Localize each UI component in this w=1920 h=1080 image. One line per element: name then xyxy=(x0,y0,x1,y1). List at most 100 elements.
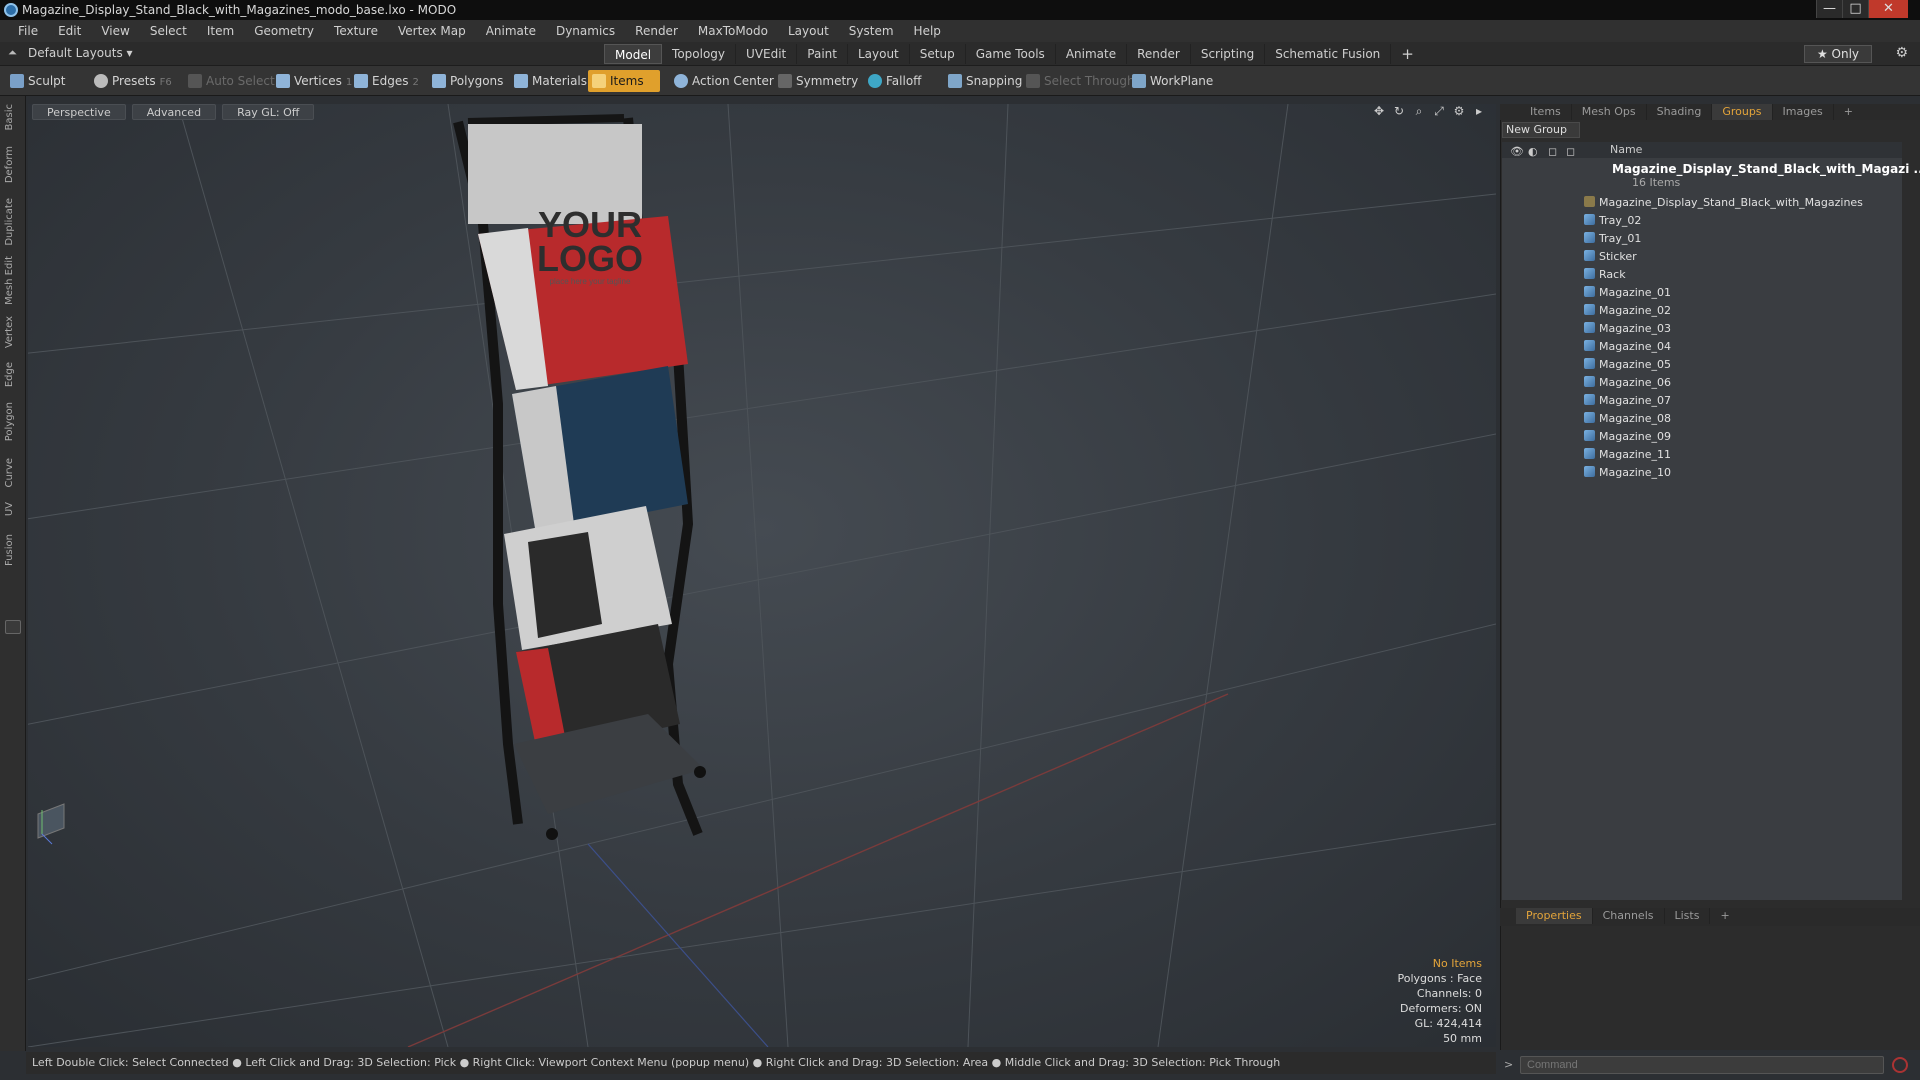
select-icon[interactable]: ◻ xyxy=(1566,144,1575,160)
list-item[interactable]: Magazine_09 xyxy=(1584,428,1671,446)
tab-setup[interactable]: Setup xyxy=(909,44,966,64)
symmetry-button[interactable]: Symmetry xyxy=(774,70,864,92)
tab-uv[interactable]: UV xyxy=(4,502,15,516)
tab-images[interactable]: Images xyxy=(1773,104,1834,120)
sculpt-button[interactable]: Sculpt xyxy=(6,70,71,92)
tab-paint[interactable]: Paint xyxy=(797,44,848,64)
select-through-button[interactable]: Select Through xyxy=(1022,70,1141,92)
command-input[interactable] xyxy=(1520,1056,1884,1074)
materials-button[interactable]: Materials xyxy=(510,70,593,92)
view-perspective-dropdown[interactable]: Perspective xyxy=(32,104,126,120)
items-button[interactable]: Items xyxy=(588,70,660,92)
menu-geometry[interactable]: Geometry xyxy=(244,20,324,42)
viewport-settings-icon[interactable]: ⚙ xyxy=(1452,104,1466,118)
tab-topology[interactable]: Topology xyxy=(662,44,737,64)
list-item[interactable]: Tray_01 xyxy=(1584,230,1641,248)
tab-mesh-edit[interactable]: Mesh Edit xyxy=(4,256,15,305)
tab-vertex[interactable]: Vertex xyxy=(4,316,15,348)
tab-duplicate[interactable]: Duplicate xyxy=(4,198,15,246)
fit-icon[interactable]: ⤢ xyxy=(1432,104,1446,118)
list-item[interactable]: Magazine_01 xyxy=(1584,284,1671,302)
pan-icon[interactable]: ✥ xyxy=(1372,104,1386,118)
list-item[interactable]: Rack xyxy=(1584,266,1626,284)
strip-toggle-button[interactable] xyxy=(5,620,21,634)
action-center-button[interactable]: Action Center xyxy=(670,70,780,92)
menu-vertex-map[interactable]: Vertex Map xyxy=(388,20,476,42)
minimize-button[interactable]: — xyxy=(1816,0,1842,18)
tab-uvedit[interactable]: UVEdit xyxy=(736,44,798,64)
maximize-button[interactable]: □ xyxy=(1842,0,1868,18)
list-item[interactable]: Magazine_02 xyxy=(1584,302,1671,320)
list-item[interactable]: Sticker xyxy=(1584,248,1637,266)
menu-edit[interactable]: Edit xyxy=(48,20,91,42)
menu-render[interactable]: Render xyxy=(625,20,688,42)
list-item[interactable]: Magazine_03 xyxy=(1584,320,1671,338)
presets-button[interactable]: Presets F6 xyxy=(90,70,178,92)
layout-lock-icon[interactable]: ⏶ xyxy=(8,46,17,60)
menu-animate[interactable]: Animate xyxy=(476,20,546,42)
zoom-icon[interactable]: ⌕ xyxy=(1412,104,1426,118)
menu-view[interactable]: View xyxy=(91,20,139,42)
tab-render[interactable]: Render xyxy=(1127,44,1191,64)
menu-select[interactable]: Select xyxy=(140,20,197,42)
list-item[interactable]: Magazine_10 xyxy=(1584,464,1671,482)
layout-dropdown[interactable]: Default Layouts ▾ xyxy=(28,46,133,60)
add-properties-tab-button[interactable]: + xyxy=(1710,908,1739,924)
tab-schematic-fusion[interactable]: Schematic Fusion xyxy=(1265,44,1392,64)
snapping-button[interactable]: Snapping xyxy=(944,70,1028,92)
falloff-button[interactable]: Falloff xyxy=(864,70,927,92)
shading-mode-dropdown[interactable]: Advanced xyxy=(131,104,217,120)
list-item[interactable]: Magazine_04 xyxy=(1584,338,1671,356)
menu-texture[interactable]: Texture xyxy=(324,20,388,42)
add-panel-tab-button[interactable]: + xyxy=(1834,104,1863,120)
menu-file[interactable]: File xyxy=(8,20,48,42)
tab-groups[interactable]: Groups xyxy=(1712,104,1773,120)
groups-list[interactable] xyxy=(1502,142,1902,900)
tab-channels[interactable]: Channels xyxy=(1593,908,1665,924)
lock-icon[interactable]: ◻ xyxy=(1548,144,1557,160)
list-item[interactable]: Tray_02 xyxy=(1584,212,1641,230)
tab-basic[interactable]: Basic xyxy=(4,104,15,130)
tab-scripting[interactable]: Scripting xyxy=(1190,44,1266,64)
only-toggle[interactable]: ★ Only xyxy=(1804,45,1872,63)
tab-curve[interactable]: Curve xyxy=(4,458,15,488)
tab-lists[interactable]: Lists xyxy=(1665,908,1711,924)
viewport-menu-icon[interactable]: ▸ xyxy=(1472,104,1486,118)
tab-deform[interactable]: Deform xyxy=(4,146,15,183)
menu-item[interactable]: Item xyxy=(197,20,244,42)
menu-maxtomodo[interactable]: MaxToModo xyxy=(688,20,778,42)
tab-animate[interactable]: Animate xyxy=(1055,44,1128,64)
tab-polygon[interactable]: Polygon xyxy=(4,402,15,441)
list-item[interactable]: Magazine_08 xyxy=(1584,410,1671,428)
tab-items[interactable]: Items xyxy=(1520,104,1572,120)
column-name[interactable]: Name xyxy=(1610,142,1642,158)
tab-layout[interactable]: Layout xyxy=(847,44,910,64)
auto-select-button[interactable]: Auto Select xyxy=(184,70,281,92)
close-button[interactable]: ✕ xyxy=(1868,0,1908,18)
raygl-toggle[interactable]: Ray GL: Off xyxy=(222,104,315,120)
render-icon[interactable]: ◐ xyxy=(1528,144,1538,160)
workplane-button[interactable]: WorkPlane xyxy=(1128,70,1219,92)
menu-help[interactable]: Help xyxy=(904,20,951,42)
list-item[interactable]: Magazine_05 xyxy=(1584,356,1671,374)
list-item[interactable]: Magazine_11 xyxy=(1584,446,1671,464)
tab-fusion[interactable]: Fusion xyxy=(4,534,15,566)
list-item[interactable]: Magazine_06 xyxy=(1584,374,1671,392)
menu-system[interactable]: System xyxy=(839,20,904,42)
record-icon[interactable] xyxy=(1892,1057,1908,1073)
3d-viewport[interactable]: YOUR LOGO place here your tagline xyxy=(28,104,1496,1047)
list-item[interactable]: Magazine_07 xyxy=(1584,392,1671,410)
tab-game-tools[interactable]: Game Tools xyxy=(965,44,1056,64)
tab-mesh-ops[interactable]: Mesh Ops xyxy=(1572,104,1647,120)
vertices-button[interactable]: Vertices 1 xyxy=(272,70,358,92)
polygons-button[interactable]: Polygons xyxy=(428,70,509,92)
tab-shading[interactable]: Shading xyxy=(1647,104,1713,120)
tab-properties[interactable]: Properties xyxy=(1516,908,1593,924)
list-item[interactable]: Magazine_Display_Stand_Black_with_Magazi… xyxy=(1584,194,1863,212)
add-tab-button[interactable]: + xyxy=(1391,44,1424,64)
tab-model[interactable]: Model xyxy=(604,44,663,64)
new-group-button[interactable]: New Group xyxy=(1502,122,1580,138)
rotate-icon[interactable]: ↻ xyxy=(1392,104,1406,118)
tab-edge[interactable]: Edge xyxy=(4,362,15,387)
menu-dynamics[interactable]: Dynamics xyxy=(546,20,625,42)
